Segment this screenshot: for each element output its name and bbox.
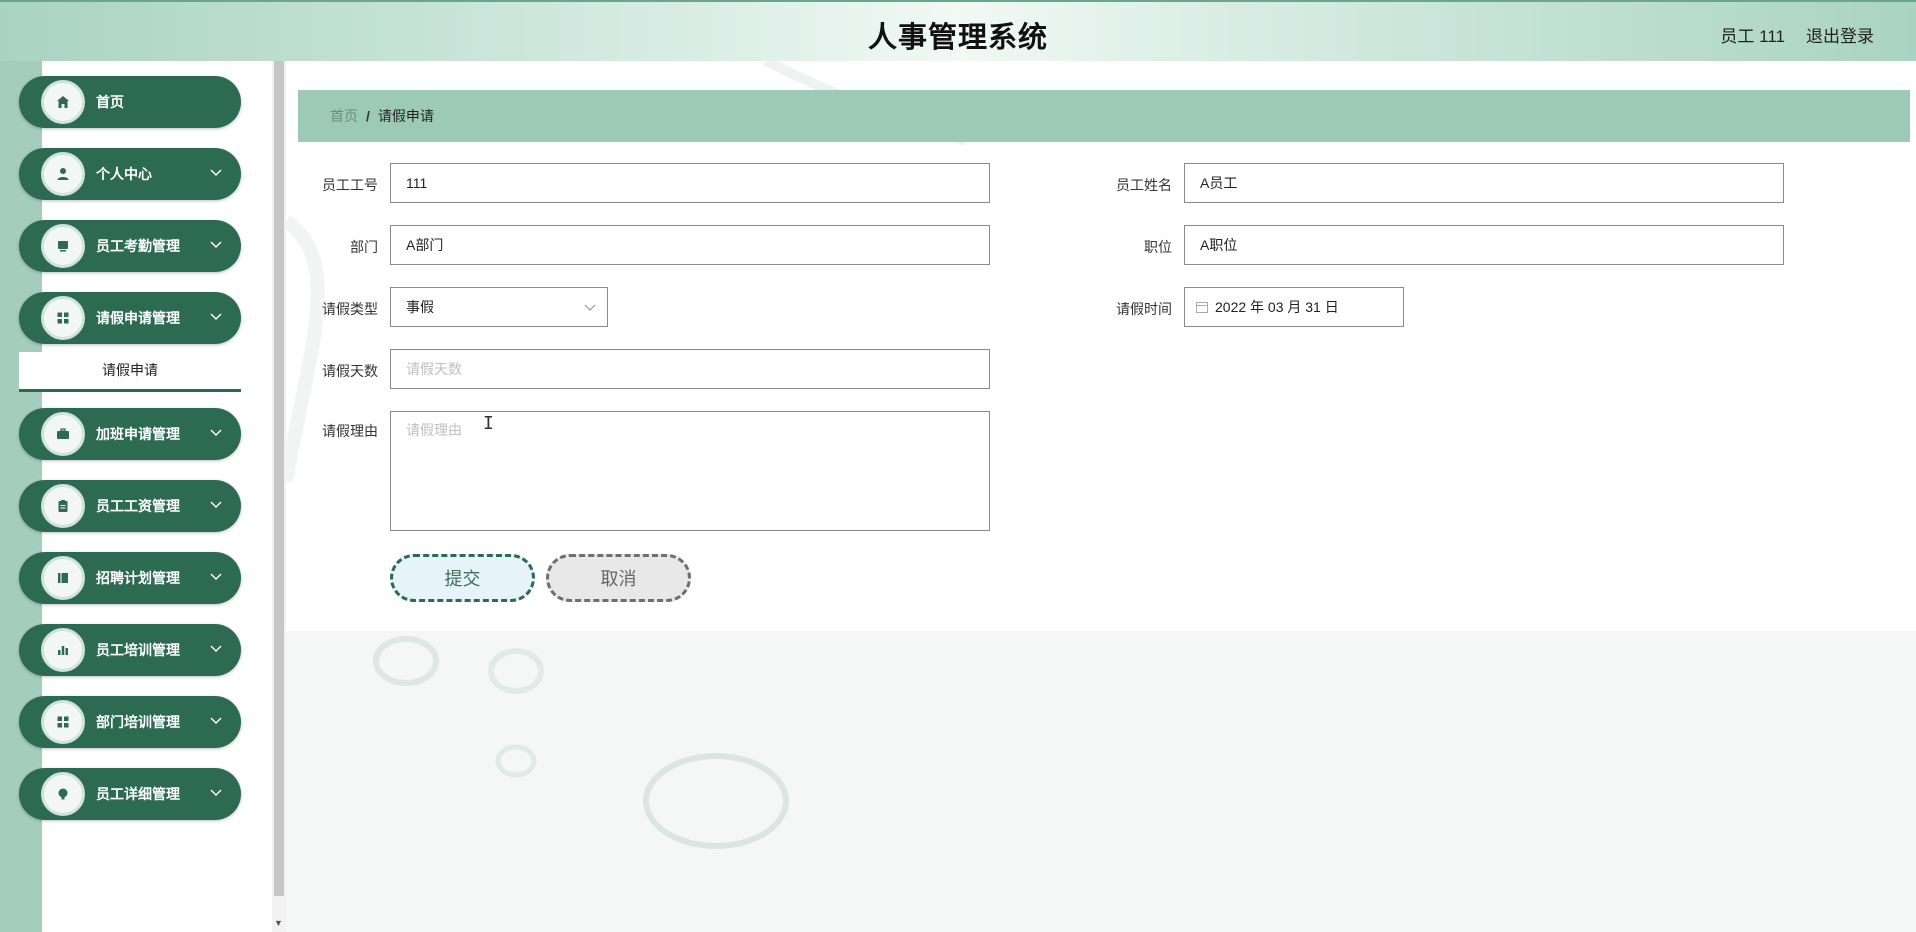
chevron-down-icon bbox=[210, 717, 222, 725]
sidebar-item-label: 招聘计划管理 bbox=[96, 570, 180, 586]
sidebar-item-label: 首页 bbox=[96, 94, 124, 110]
employee-name-field[interactable]: A员工 bbox=[1184, 163, 1784, 203]
sidebar-item-employee-details[interactable]: 员工详细管理 bbox=[19, 768, 241, 820]
leave-days-label: 请假天数 bbox=[322, 363, 378, 379]
sidebar-item-personal-center[interactable]: 个人中心 bbox=[19, 148, 241, 200]
leave-reason-label: 请假理由 bbox=[322, 423, 378, 439]
breadcrumb-separator: / bbox=[366, 108, 370, 124]
sidebar-item-label: 个人中心 bbox=[96, 166, 152, 182]
employee-name-label: 员工姓名 bbox=[1116, 177, 1172, 193]
sidebar-item-label: 员工详细管理 bbox=[96, 786, 180, 802]
leave-type-select[interactable]: 事假 bbox=[390, 287, 608, 327]
department-field[interactable]: A部门 bbox=[390, 225, 990, 265]
grid-icon bbox=[41, 296, 85, 340]
leave-days-input[interactable]: 请假天数 bbox=[390, 349, 990, 389]
breadcrumb-home-link[interactable]: 首页 bbox=[330, 108, 358, 124]
leave-type-selected-value: 事假 bbox=[406, 299, 434, 315]
home-icon bbox=[41, 80, 85, 124]
chevron-down-icon bbox=[210, 313, 222, 321]
chevron-down-icon bbox=[210, 169, 222, 177]
leave-time-label: 请假时间 bbox=[1116, 301, 1172, 317]
chevron-down-icon bbox=[584, 304, 596, 311]
sidebar-item-label: 员工培训管理 bbox=[96, 642, 180, 658]
bar-chart-icon bbox=[41, 628, 85, 672]
top-header: 人事管理系统 员工 111 退出登录 bbox=[0, 0, 1916, 61]
sidebar-item-home[interactable]: 首页 bbox=[19, 76, 241, 128]
sidebar-item-label: 员工考勤管理 bbox=[96, 238, 180, 254]
breadcrumb: 首页 / 请假申请 bbox=[298, 90, 1910, 142]
bulb-icon bbox=[41, 772, 85, 816]
leave-reason-textarea[interactable]: 请假理由 bbox=[390, 411, 990, 531]
employee-id-label: 员工工号 bbox=[322, 177, 378, 193]
sidebar-item-label: 部门培训管理 bbox=[96, 714, 180, 730]
chevron-down-icon bbox=[210, 429, 222, 437]
user-icon bbox=[41, 152, 85, 196]
logout-link[interactable]: 退出登录 bbox=[1806, 22, 1874, 47]
submenu-item-leave-request[interactable]: 请假申请 bbox=[19, 352, 241, 392]
sidebar-item-training[interactable]: 员工培训管理 bbox=[19, 624, 241, 676]
chevron-down-icon bbox=[210, 645, 222, 653]
sidebar-scrollbar-thumb[interactable] bbox=[274, 61, 284, 896]
app-title: 人事管理系统 bbox=[867, 22, 1048, 54]
leave-time-date-picker[interactable]: 2022 年 03 月 31 日 bbox=[1184, 287, 1404, 327]
leave-time-value: 2022 年 03 月 31 日 bbox=[1215, 299, 1339, 315]
chevron-down-icon bbox=[210, 241, 222, 249]
sidebar-item-attendance[interactable]: 员工考勤管理 bbox=[19, 220, 241, 272]
cancel-button[interactable]: 取消 bbox=[546, 554, 691, 602]
monitor-icon bbox=[41, 224, 85, 268]
position-label: 职位 bbox=[1144, 239, 1172, 255]
clipboard-icon bbox=[41, 484, 85, 528]
leave-type-label: 请假类型 bbox=[322, 301, 378, 317]
sidebar-item-overtime[interactable]: 加班申请管理 bbox=[19, 408, 241, 460]
chevron-down-icon bbox=[210, 789, 222, 797]
sidebar-item-leave-management[interactable]: 请假申请管理 bbox=[19, 292, 241, 344]
book-icon bbox=[41, 556, 85, 600]
chevron-down-icon bbox=[210, 573, 222, 581]
submit-button[interactable]: 提交 bbox=[390, 554, 535, 602]
text-cursor-icon: I bbox=[483, 413, 494, 434]
chevron-down-icon bbox=[210, 501, 222, 509]
sidebar-item-salary[interactable]: 员工工资管理 bbox=[19, 480, 241, 532]
scroll-down-arrow-icon[interactable]: ▼ bbox=[274, 918, 283, 928]
sidebar-item-label: 请假申请管理 bbox=[96, 310, 180, 326]
breadcrumb-current: 请假申请 bbox=[377, 108, 434, 124]
position-field[interactable]: A职位 bbox=[1184, 225, 1784, 265]
employee-id-field[interactable]: 111 bbox=[390, 163, 990, 203]
main-content: 首页 / 请假申请 员工工号 111 员工姓名 A员工 部门 A部门 职位 A职位 … bbox=[286, 61, 1916, 932]
sidebar-item-recruitment[interactable]: 招聘计划管理 bbox=[19, 552, 241, 604]
grid-icon bbox=[41, 700, 85, 744]
sidebar-item-dept-training[interactable]: 部门培训管理 bbox=[19, 696, 241, 748]
sidebar-item-label: 加班申请管理 bbox=[96, 426, 180, 442]
current-user-label: 员工 111 bbox=[1720, 27, 1785, 46]
department-label: 部门 bbox=[350, 239, 378, 255]
briefcase-icon bbox=[41, 412, 85, 456]
calendar-icon bbox=[1196, 302, 1208, 313]
sidebar-item-label: 员工工资管理 bbox=[96, 498, 180, 514]
